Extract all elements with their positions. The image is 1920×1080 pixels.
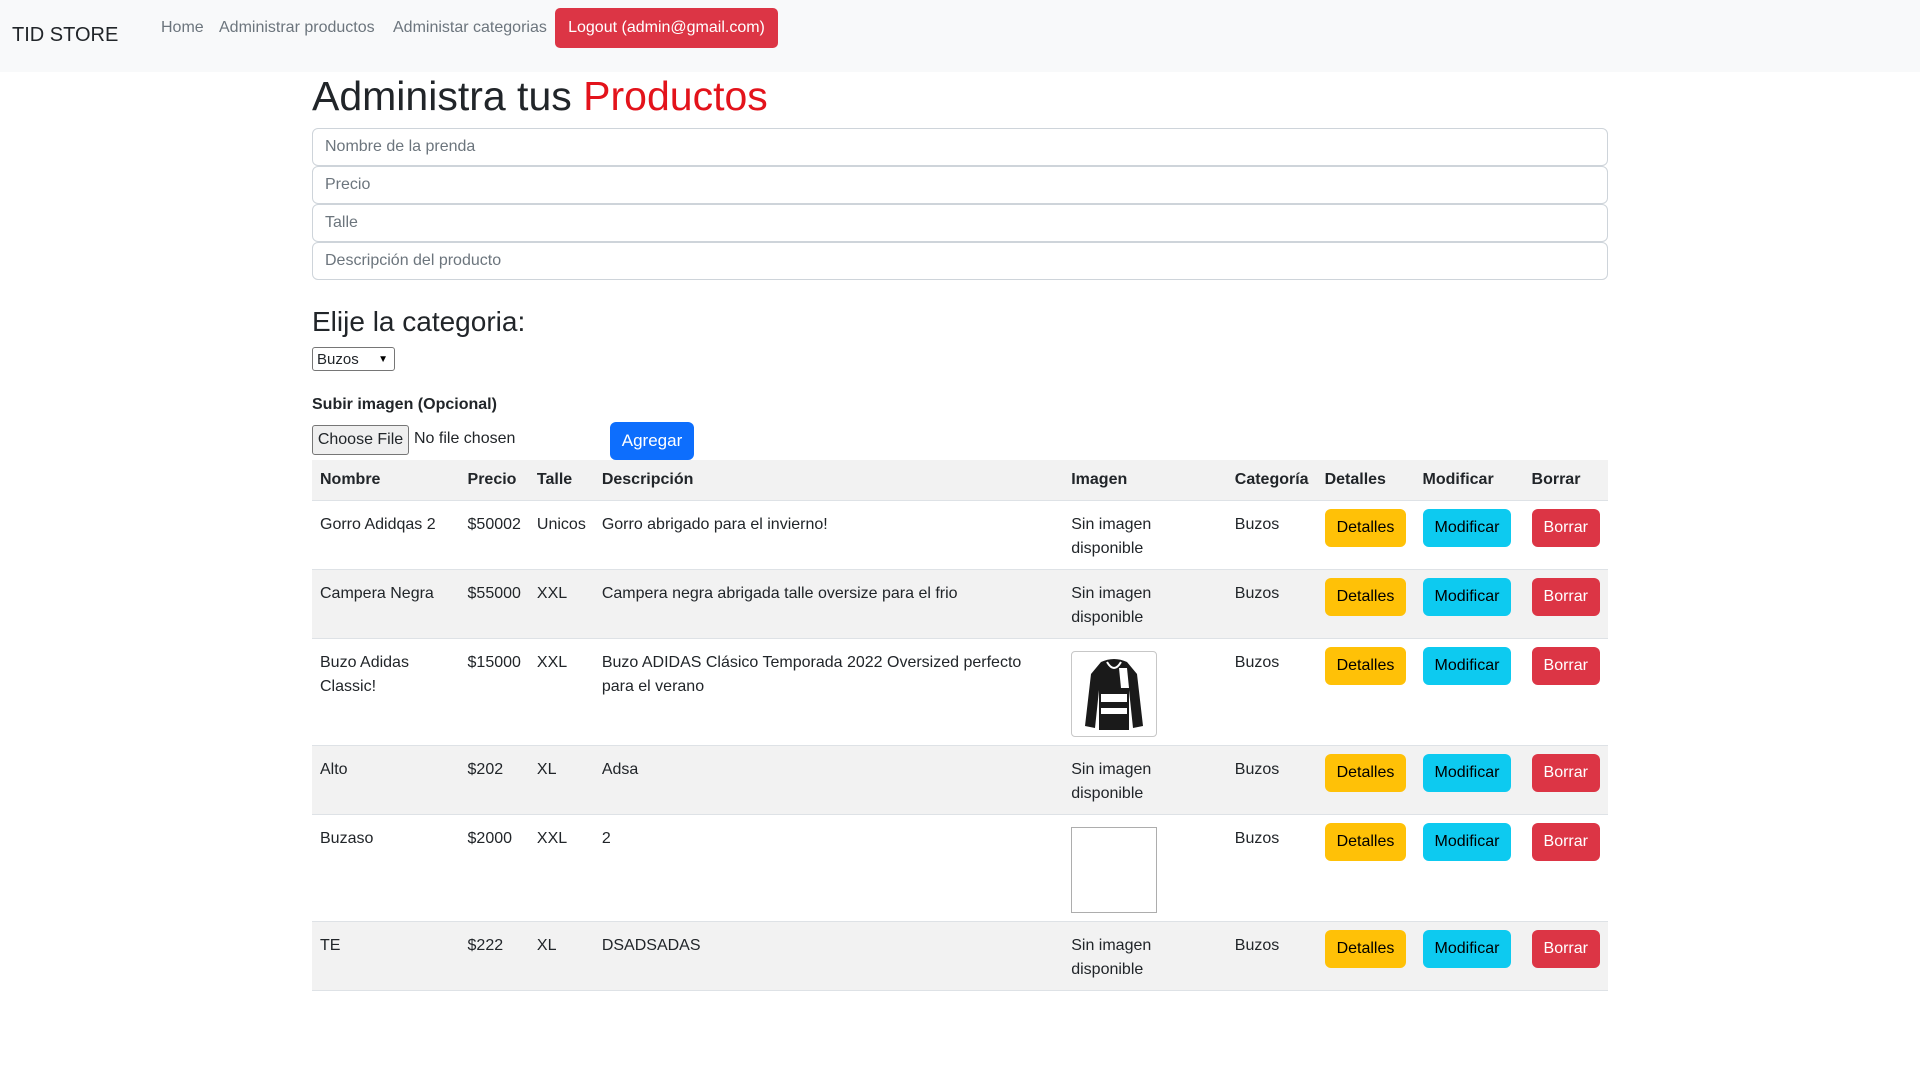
cell-image (1063, 638, 1227, 746)
product-description-input[interactable] (312, 242, 1608, 280)
details-button[interactable]: Detalles (1324, 508, 1407, 547)
category-select[interactable]: Buzos ▼ (312, 347, 395, 371)
nav-link-home[interactable]: Home (161, 19, 204, 37)
choose-file-button[interactable]: Choose File (312, 425, 409, 455)
cell-description: Adsa (593, 745, 1064, 815)
delete-button[interactable]: Borrar (1531, 577, 1600, 616)
cell-description: Campera negra abrigada talle oversize pa… (593, 569, 1064, 639)
cell-size: XL (528, 745, 594, 815)
modify-button[interactable]: Modificar (1422, 646, 1512, 685)
navbar: TID STORE Home Administrar productos Adm… (0, 0, 1920, 72)
cell-description: 2 (593, 814, 1064, 922)
broken-image-icon (1071, 826, 1158, 913)
col-header-name: Nombre (312, 460, 460, 501)
cell-description: Gorro abrigado para el invierno! (593, 500, 1064, 570)
page-title-prefix: Administra tus (312, 73, 572, 119)
cell-name: Gorro Adidqas 2 (312, 500, 460, 570)
table-row: Campera Negra $55000 XXL Campera negra a… (312, 569, 1608, 639)
cell-name: TE (312, 921, 460, 991)
product-name-input[interactable] (312, 128, 1608, 166)
col-header-delete: Borrar (1523, 460, 1608, 501)
cell-size: XXL (528, 814, 594, 922)
cell-category: Buzos (1226, 638, 1317, 746)
cell-name: Buzaso (312, 814, 460, 922)
table-row: Gorro Adidqas 2 $50002 Unicos Gorro abri… (312, 500, 1608, 570)
modify-button[interactable]: Modificar (1422, 753, 1512, 792)
col-header-image: Imagen (1063, 460, 1227, 501)
cell-name: Alto (312, 745, 460, 815)
cell-category: Buzos (1226, 921, 1317, 991)
col-header-category: Categoría (1226, 460, 1317, 501)
cell-name: Buzo Adidas Classic! (312, 638, 460, 746)
cell-price: $50002 (459, 500, 529, 570)
cell-category: Buzos (1226, 500, 1317, 570)
cell-category: Buzos (1226, 569, 1317, 639)
delete-button[interactable]: Borrar (1531, 508, 1600, 547)
delete-button[interactable]: Borrar (1531, 646, 1600, 685)
file-status-text: No file chosen (414, 430, 516, 447)
table-row: Buzo Adidas Classic! $15000 XXL Buzo ADI… (312, 638, 1608, 746)
cell-price: $202 (459, 745, 529, 815)
product-price-input[interactable] (312, 166, 1608, 204)
cell-image: Sin imagen disponible (1063, 500, 1227, 570)
products-table: Nombre Precio Talle Descripción Imagen C… (312, 460, 1608, 991)
cell-image: Sin imagen disponible (1063, 569, 1227, 639)
cell-name: Campera Negra (312, 569, 460, 639)
table-row: Alto $202 XL Adsa Sin imagen disponible … (312, 745, 1608, 815)
add-product-button[interactable]: Agregar (610, 422, 694, 460)
cell-description: DSADSADAS (593, 921, 1064, 991)
col-header-description: Descripción (593, 460, 1064, 501)
cell-size: Unicos (528, 500, 594, 570)
cell-price: $15000 (459, 638, 529, 746)
cell-category: Buzos (1226, 745, 1317, 815)
table-row: TE $222 XL DSADSADAS Sin imagen disponib… (312, 921, 1608, 991)
logout-button[interactable]: Logout (admin@gmail.com) (555, 8, 778, 48)
details-button[interactable]: Detalles (1324, 577, 1407, 616)
cell-image (1063, 814, 1227, 922)
cell-price: $55000 (459, 569, 529, 639)
category-select-value: Buzos (317, 350, 359, 368)
details-button[interactable]: Detalles (1324, 753, 1407, 792)
cell-image: Sin imagen disponible (1063, 921, 1227, 991)
modify-button[interactable]: Modificar (1422, 929, 1512, 968)
delete-button[interactable]: Borrar (1531, 822, 1600, 861)
modify-button[interactable]: Modificar (1422, 508, 1512, 547)
cell-category: Buzos (1226, 814, 1317, 922)
delete-button[interactable]: Borrar (1531, 753, 1600, 792)
product-size-input[interactable] (312, 204, 1608, 242)
cell-price: $2000 (459, 814, 529, 922)
cell-size: XL (528, 921, 594, 991)
cell-description: Buzo ADIDAS Clásico Temporada 2022 Overs… (593, 638, 1064, 746)
details-button[interactable]: Detalles (1324, 929, 1407, 968)
cell-image: Sin imagen disponible (1063, 745, 1227, 815)
category-heading: Elije la categoria: (312, 306, 526, 337)
modify-button[interactable]: Modificar (1422, 822, 1512, 861)
table-header-row: Nombre Precio Talle Descripción Imagen C… (312, 460, 1608, 501)
details-button[interactable]: Detalles (1324, 646, 1407, 685)
col-header-size: Talle (528, 460, 594, 501)
details-button[interactable]: Detalles (1324, 822, 1407, 861)
cell-size: XXL (528, 569, 594, 639)
col-header-modify: Modificar (1414, 460, 1524, 501)
nav-link-admin-categories[interactable]: Administar categorias (393, 19, 547, 37)
col-header-details: Detalles (1316, 460, 1415, 501)
brand-logo[interactable]: TID STORE (12, 24, 118, 47)
modify-button[interactable]: Modificar (1422, 577, 1512, 616)
col-header-price: Precio (459, 460, 529, 501)
cell-price: $222 (459, 921, 529, 991)
table-row: Buzaso $2000 XXL 2 Buzos Detalles Modifi… (312, 814, 1608, 922)
upload-image-label: Subir imagen (Opcional) (312, 396, 497, 413)
chevron-down-icon: ▼ (378, 353, 388, 365)
page-title: Administra tus Productos (312, 73, 768, 120)
page-title-accent: Productos (583, 73, 768, 119)
cell-size: XXL (528, 638, 594, 746)
nav-link-admin-products[interactable]: Administrar productos (219, 19, 375, 37)
product-image-jacket (1071, 650, 1158, 737)
delete-button[interactable]: Borrar (1531, 929, 1600, 968)
